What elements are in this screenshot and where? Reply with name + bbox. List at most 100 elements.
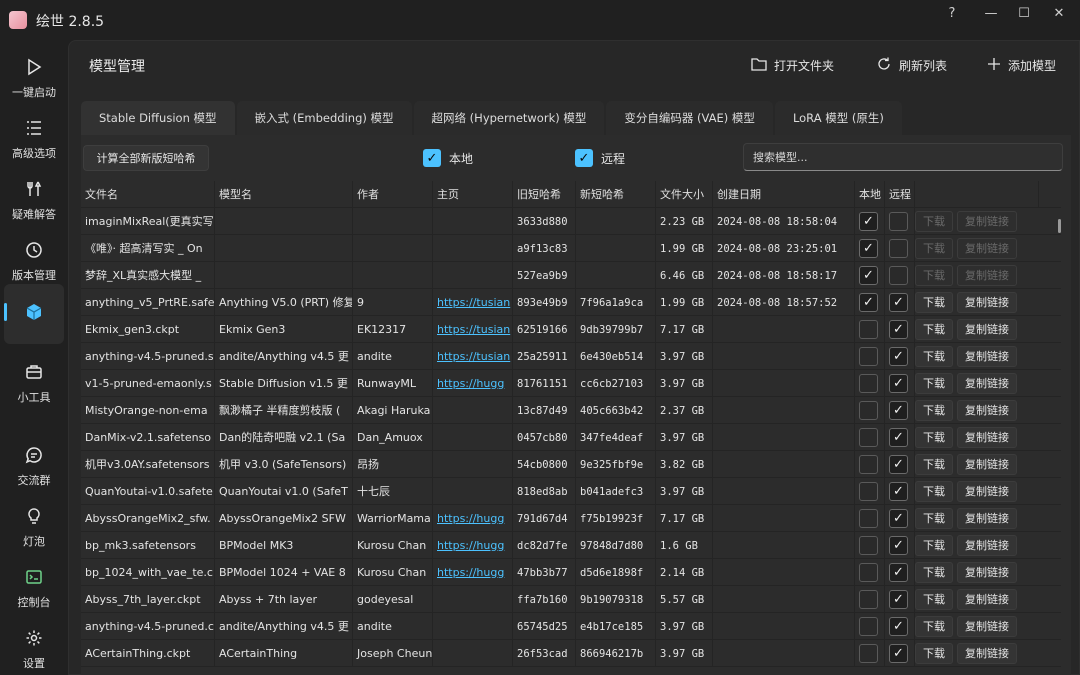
local-checkbox[interactable] (859, 347, 878, 366)
remote-checkbox[interactable]: ✓ (889, 374, 908, 393)
copy-link-button[interactable]: 复制链接 (957, 346, 1017, 367)
local-checkbox[interactable]: ✓ 本地 (423, 149, 473, 167)
sidebar-item-models[interactable] (4, 284, 64, 344)
download-button[interactable]: 下载 (915, 292, 953, 313)
table-row[interactable]: 机甲v3.0AY.safetensors 机甲 v3.0 (SafeTensors… (81, 451, 1061, 478)
tab-hypernetwork[interactable]: 超网络 (Hypernetwork) 模型 (413, 101, 605, 135)
copy-link-button[interactable]: 复制链接 (957, 238, 1017, 259)
download-button[interactable]: 下载 (915, 400, 953, 421)
search-input[interactable]: 搜索模型... (743, 143, 1063, 171)
column-header-filename[interactable]: 文件名 (81, 181, 215, 208)
table-row[interactable]: QuanYoutai-v1.0.safete QuanYoutai v1.0 (S… (81, 478, 1061, 505)
download-button[interactable]: 下载 (915, 427, 953, 448)
copy-link-button[interactable]: 复制链接 (957, 211, 1017, 232)
local-checkbox[interactable] (859, 482, 878, 501)
copy-link-button[interactable]: 复制链接 (957, 589, 1017, 610)
homepage-link[interactable]: https://hugg (437, 566, 504, 579)
remote-checkbox[interactable]: ✓ (889, 347, 908, 366)
table-row[interactable]: 梦辞_XL真实感大模型 _ 527ea9b9 6.46 GB 2024-08-08 1… (81, 262, 1061, 289)
remote-checkbox[interactable] (889, 212, 908, 231)
table-row[interactable]: AbyssOrangeMix2_sfw. AbyssOrangeMix2 SFW W… (81, 505, 1061, 532)
close-button[interactable]: ✕ (1044, 4, 1074, 24)
local-checkbox[interactable] (859, 374, 878, 393)
remote-checkbox[interactable]: ✓ (889, 563, 908, 582)
remote-checkbox[interactable]: ✓ (889, 401, 908, 420)
vertical-scrollbar[interactable] (1058, 219, 1061, 233)
copy-link-button[interactable]: 复制链接 (957, 481, 1017, 502)
column-header-local[interactable]: 本地 (855, 181, 885, 208)
table-row[interactable]: imaginMixReal(更真实写 3633d880 2.23 GB 2024-08… (81, 208, 1061, 235)
column-header-date[interactable]: 创建日期 (713, 181, 855, 208)
copy-link-button[interactable]: 复制链接 (957, 400, 1017, 421)
remote-checkbox[interactable] (889, 266, 908, 285)
homepage-link[interactable]: https://hugg (437, 539, 504, 552)
add-model-button[interactable]: 添加模型 (987, 55, 1056, 75)
table-row[interactable]: v1-5-pruned-emaonly.s Stable Diffusion v1… (81, 370, 1061, 397)
table-row[interactable]: anything_v5_PrtRE.safe Anything V5.0 (PRT… (81, 289, 1061, 316)
homepage-link[interactable]: https://tusian (437, 350, 510, 363)
column-header-author[interactable]: 作者 (353, 181, 433, 208)
local-checkbox[interactable] (859, 536, 878, 555)
download-button[interactable]: 下载 (915, 319, 953, 340)
download-button[interactable]: 下载 (915, 373, 953, 394)
tab-vae[interactable]: 变分自编码器 (VAE) 模型 (606, 101, 773, 135)
sidebar-item-settings[interactable]: 设置 (4, 615, 64, 673)
remote-checkbox[interactable]: ✓ (889, 509, 908, 528)
download-button[interactable]: 下载 (915, 238, 953, 259)
download-button[interactable]: 下载 (915, 265, 953, 286)
remote-checkbox[interactable]: ✓ 远程 (575, 149, 625, 167)
column-header-old-hash[interactable]: 旧短哈希 (513, 181, 576, 208)
tab-embedding[interactable]: 嵌入式 (Embedding) 模型 (236, 101, 412, 135)
copy-link-button[interactable]: 复制链接 (957, 643, 1017, 664)
sidebar-item-launch[interactable]: 一键启动 (4, 44, 64, 102)
copy-link-button[interactable]: 复制链接 (957, 508, 1017, 529)
copy-link-button[interactable]: 复制链接 (957, 292, 1017, 313)
local-checkbox[interactable] (859, 563, 878, 582)
remote-checkbox[interactable] (889, 239, 908, 258)
table-row[interactable]: bp_mk3.safetensors BPModel MK3 Kurosu Chan… (81, 532, 1061, 559)
column-header-new-hash[interactable]: 新短哈希 (576, 181, 656, 208)
column-header-size[interactable]: 文件大小 (656, 181, 713, 208)
sidebar-item-versions[interactable]: 版本管理 (4, 227, 64, 285)
sidebar-item-tools[interactable]: 小工具 (4, 349, 64, 407)
table-row[interactable]: Ekmix_gen3.ckpt Ekmix Gen3 EK12317 https://… (81, 316, 1061, 343)
local-checkbox[interactable] (859, 455, 878, 474)
download-button[interactable]: 下载 (915, 643, 953, 664)
remote-checkbox[interactable]: ✓ (889, 455, 908, 474)
sidebar-item-advanced[interactable]: 高级选项 (4, 105, 64, 163)
minimize-button[interactable]: — (976, 4, 1006, 24)
compute-hash-button[interactable]: 计算全部新版短哈希 (83, 145, 209, 171)
table-row[interactable]: 《唯》· 超高清写实 _ On a9f13c83 1.99 GB 2024-08-08… (81, 235, 1061, 262)
download-button[interactable]: 下载 (915, 562, 953, 583)
local-checkbox[interactable]: ✓ (859, 293, 878, 312)
column-header-model-name[interactable]: 模型名 (215, 181, 353, 208)
homepage-link[interactable]: https://hugg (437, 512, 504, 525)
copy-link-button[interactable]: 复制链接 (957, 535, 1017, 556)
local-checkbox[interactable] (859, 509, 878, 528)
sidebar-item-bulb[interactable]: 灯泡 (4, 493, 64, 551)
sidebar-item-console[interactable]: 控制台 (4, 554, 64, 612)
local-checkbox[interactable] (859, 590, 878, 609)
download-button[interactable]: 下载 (915, 481, 953, 502)
tab-stable-diffusion[interactable]: Stable Diffusion 模型 (81, 101, 235, 135)
copy-link-button[interactable]: 复制链接 (957, 373, 1017, 394)
download-button[interactable]: 下载 (915, 535, 953, 556)
remote-checkbox[interactable]: ✓ (889, 293, 908, 312)
remote-checkbox[interactable]: ✓ (889, 590, 908, 609)
remote-checkbox[interactable]: ✓ (889, 320, 908, 339)
download-button[interactable]: 下载 (915, 346, 953, 367)
download-button[interactable]: 下载 (915, 454, 953, 475)
local-checkbox[interactable]: ✓ (859, 239, 878, 258)
copy-link-button[interactable]: 复制链接 (957, 319, 1017, 340)
local-checkbox[interactable] (859, 320, 878, 339)
table-row[interactable]: MistyOrange-non-ema 飘渺橘子 半精度剪枝版 (Akagi Ha… (81, 397, 1061, 424)
download-button[interactable]: 下载 (915, 211, 953, 232)
maximize-button[interactable]: ☐ (1009, 4, 1039, 24)
local-checkbox[interactable]: ✓ (859, 266, 878, 285)
homepage-link[interactable]: https://hugg (437, 377, 504, 390)
remote-checkbox[interactable]: ✓ (889, 617, 908, 636)
column-header-remote[interactable]: 远程 (885, 181, 915, 208)
download-button[interactable]: 下载 (915, 508, 953, 529)
column-header-homepage[interactable]: 主页 (433, 181, 513, 208)
table-row[interactable]: anything-v4.5-pruned.c andite/Anything v4… (81, 613, 1061, 640)
